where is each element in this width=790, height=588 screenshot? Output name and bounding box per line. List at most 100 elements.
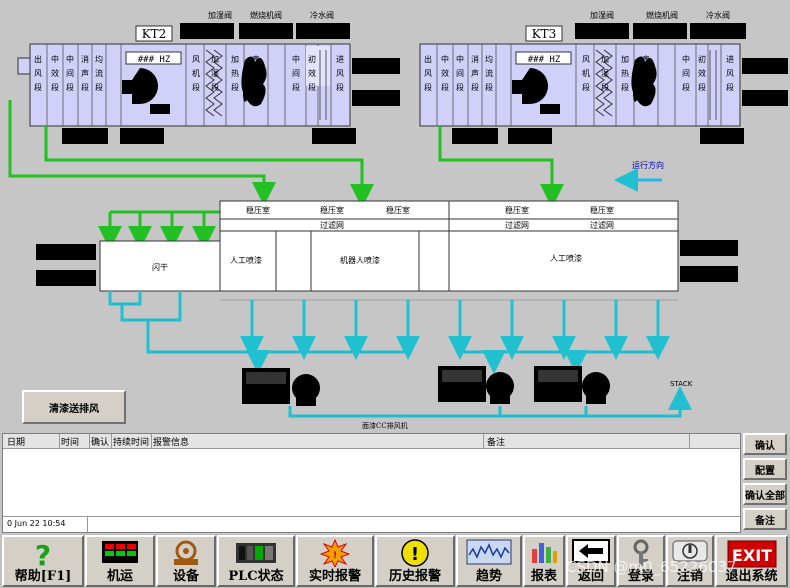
ahu-section-char: 段	[424, 82, 432, 92]
realtime-alarm-button[interactable]: ! 实时报警	[296, 535, 374, 587]
filter-label-1: 过滤网	[320, 220, 344, 230]
ahu-section-char: 湿	[601, 69, 609, 78]
ahu-section-char: 热	[231, 68, 239, 78]
ahu-section-char: 段	[336, 82, 344, 92]
plenum-label-3: 稳压室	[386, 205, 410, 215]
process-diagram: KT2 ### HZ 出风段中效段中间段消声段均流段风机段加湿段加热段表冷段中间…	[8, 10, 788, 430]
col-duration[interactable]: 持续时间	[113, 435, 149, 448]
ahu-section-char: 段	[192, 82, 200, 92]
help-button[interactable]: ? 帮助[F1]	[2, 535, 84, 587]
ahu-section-char: 段	[582, 82, 590, 92]
ahu-section-char: 段	[308, 82, 316, 92]
plc-status-label: PLC状态	[228, 569, 284, 584]
ahu-section-char: 段	[51, 82, 59, 92]
conveyor-label: 机运	[106, 569, 133, 584]
ahu-section-char: 出	[34, 54, 42, 64]
ack-button[interactable]: 确认	[743, 433, 787, 455]
login-key-icon	[633, 539, 649, 566]
ahu-section-char: 中	[66, 54, 74, 64]
ahu-section-char: 效	[441, 68, 449, 78]
conveyor-icon	[102, 541, 138, 563]
help-label: 帮助[F1]	[14, 569, 72, 584]
ahu-section-char: 段	[726, 82, 734, 92]
bottom-nav-bar: ? 帮助[F1] 机运 设备 PLC状态 ! 实时报警 ! 历史报警 趋势 报表…	[0, 534, 790, 588]
kt3-valve-cold-label: 冷水阀	[706, 10, 730, 20]
flash-dry-label: 闪干	[152, 263, 168, 272]
ahu-section-char: 中	[456, 54, 464, 64]
ahu-section-char: 段	[66, 82, 74, 92]
kt3-valve-humid-label: 加湿阀	[590, 10, 614, 20]
logout-button[interactable]: 注销	[666, 535, 714, 587]
logout-label: 注销	[676, 569, 703, 584]
ahu-section-char: 间	[66, 69, 74, 78]
ahu-section-char: 进	[726, 55, 734, 64]
ahu-section-char: 段	[642, 82, 650, 92]
trend-button[interactable]: 趋势	[456, 535, 522, 587]
exit-system-label: 退出系统	[725, 569, 778, 584]
realtime-alarm-icon: !	[320, 539, 350, 567]
ahu-section-char: 加	[211, 54, 219, 64]
alarm-table-header: 日期 时间 确认 持续时间 报警信息 备注	[3, 434, 740, 449]
ahu-section-char: 段	[81, 82, 89, 92]
col-time[interactable]: 时间	[61, 435, 79, 448]
equipment-label: 设备	[172, 569, 199, 584]
back-button[interactable]: 返回	[566, 535, 616, 587]
kt2-hz-display: ### HZ	[138, 55, 171, 65]
report-icon	[532, 543, 557, 563]
ahu-section-char: 段	[682, 82, 690, 92]
ahu-section-char: 均	[95, 54, 103, 64]
alarm-table[interactable]: 日期 时间 确认 持续时间 报警信息 备注 0 Jun 22 10:54	[2, 433, 741, 533]
history-alarm-button[interactable]: ! 历史报警	[375, 535, 455, 587]
ahu-section-char: 机	[582, 68, 590, 78]
ahu-section-char: 冷	[642, 68, 650, 78]
kt3-valve-burner-label: 燃烧机阀	[646, 10, 678, 20]
report-label: 报表	[530, 569, 557, 584]
plenum-label-5: 稳压室	[590, 205, 614, 215]
ahu-section-char: 段	[292, 82, 300, 92]
note-button[interactable]: 备注	[743, 508, 787, 530]
back-arrow-icon	[572, 539, 610, 563]
trend-label: 趋势	[475, 569, 502, 584]
equipment-button[interactable]: 设备	[156, 535, 216, 587]
kt2-valve-humid-label: 加湿阀	[208, 10, 232, 20]
ack-all-button[interactable]: 确认全部	[743, 483, 787, 505]
config-button[interactable]: 配置	[743, 458, 787, 480]
kt3-tag: KT3	[532, 27, 557, 41]
ahu-section-char: 流	[95, 68, 103, 78]
plenum-label-2: 稳压室	[320, 205, 344, 215]
col-message[interactable]: 报警信息	[153, 435, 189, 448]
plenum-label-4: 稳压室	[505, 205, 529, 215]
ahu-section-char: 段	[95, 82, 103, 92]
col-ack[interactable]: 确认	[91, 435, 109, 448]
filter-label-3: 过滤网	[590, 220, 614, 230]
realtime-alarm-label: 实时报警	[308, 569, 361, 584]
ahu-section-char: 段	[485, 82, 493, 92]
login-button[interactable]: 登录	[617, 535, 665, 587]
clean-coat-exhaust-button[interactable]: 清漆送排风	[22, 390, 126, 424]
ahu-section-char: 冷	[252, 68, 260, 78]
exhaust-fan-label: 面漆CC排风机	[362, 421, 408, 430]
manual-spray-2-label: 人工喷漆	[550, 253, 582, 263]
report-button[interactable]: 报表	[523, 535, 565, 587]
conveyor-button[interactable]: 机运	[85, 535, 155, 587]
ahu-section-char: 段	[231, 82, 239, 92]
ahu-section-char: 间	[292, 69, 300, 78]
spray-booth	[99, 200, 679, 301]
ahu-section-char: 效	[51, 68, 59, 78]
svg-text:!: !	[411, 544, 419, 565]
ahu-section-char: 风	[34, 69, 42, 78]
exit-system-button[interactable]: EXIT 退出系统	[715, 535, 788, 587]
ahu-section-char: 间	[682, 69, 690, 78]
ahu-section-char: 加	[231, 54, 239, 64]
exhaust-fans	[242, 366, 610, 406]
col-date[interactable]: 日期	[7, 435, 25, 448]
run-direction-label: 运行方向	[632, 160, 664, 170]
ahu-section-char: 声	[81, 68, 89, 78]
plc-status-button[interactable]: PLC状态	[217, 535, 295, 587]
col-note[interactable]: 备注	[487, 435, 505, 448]
ahu-section-char: 风	[582, 55, 590, 64]
ahu-section-char: 消	[471, 54, 479, 64]
ahu-section-char: 中	[51, 54, 59, 64]
ahu-section-char: 中	[292, 54, 300, 64]
ahu-section-char: 均	[485, 54, 493, 64]
